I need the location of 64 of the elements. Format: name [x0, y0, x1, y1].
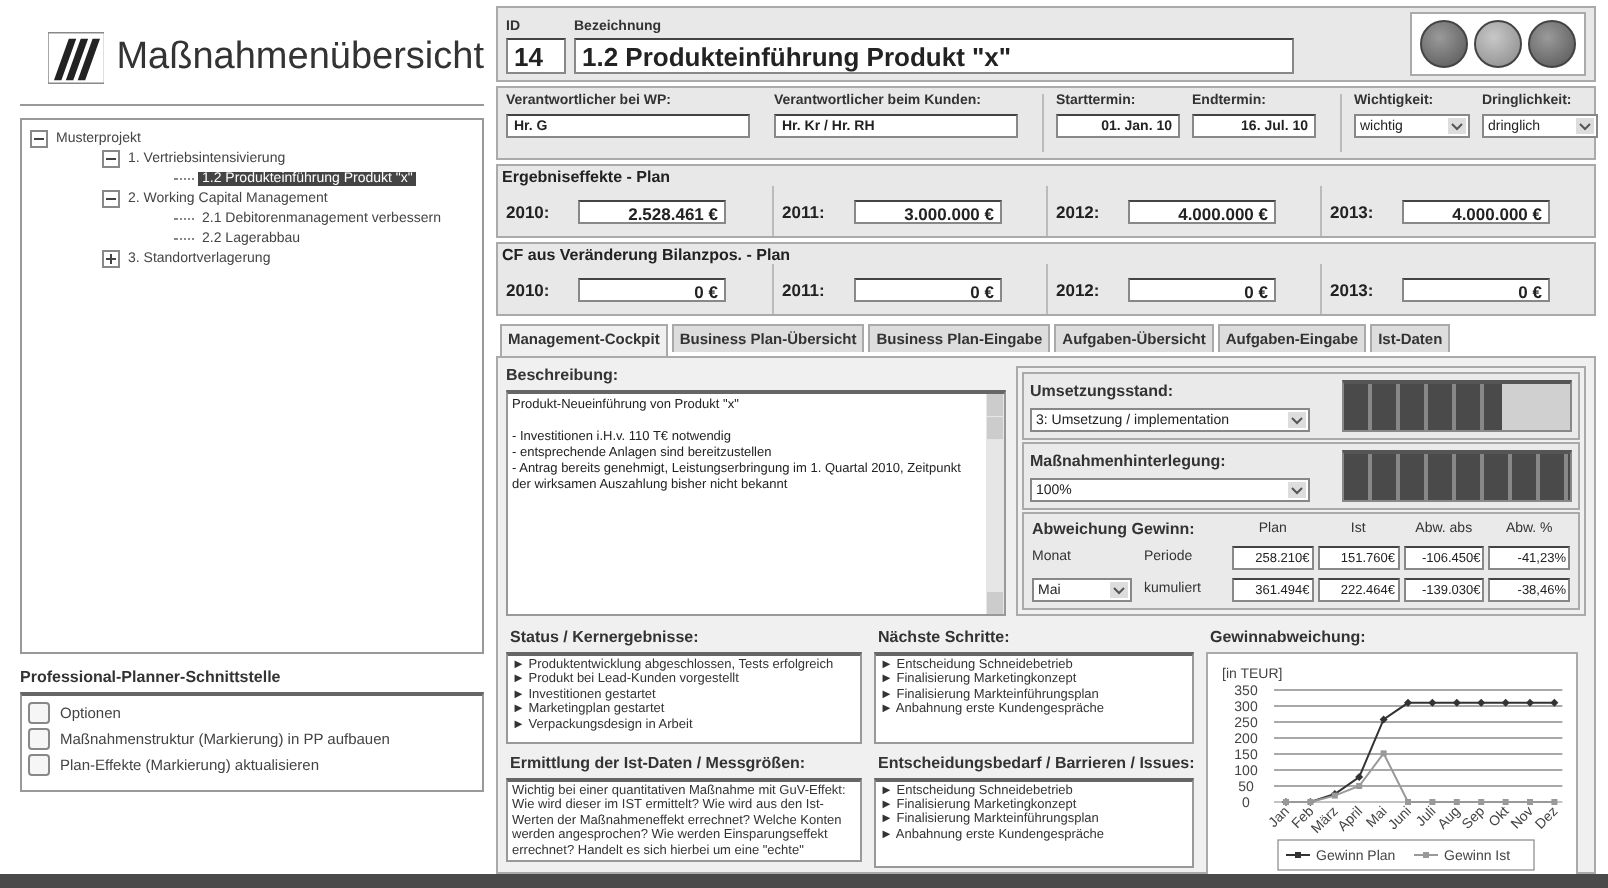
point	[1356, 783, 1363, 789]
year-label: 2010:	[506, 201, 552, 221]
amount-field[interactable]: 4.000.000 €	[1402, 199, 1550, 223]
point	[1453, 799, 1460, 805]
amount-field[interactable]: 0 €	[1402, 277, 1550, 301]
input-field[interactable]: 1.2 Produkteinführung Produkt "x"	[574, 38, 1294, 74]
section-title: Entscheidungsbedarf / Barrieren / Issues:	[876, 751, 1194, 773]
field-label: Maßnahmenhinterlegung:	[1030, 451, 1228, 469]
section-title: Professional-Planner-Schnittstelle	[20, 668, 283, 686]
amount-field[interactable]: 0 €	[1128, 277, 1276, 301]
point	[1477, 698, 1486, 707]
year-label: 2013:	[1330, 279, 1376, 299]
expander-icon[interactable]	[102, 249, 120, 267]
expander-icon[interactable]	[102, 189, 120, 207]
amount-field[interactable]: 4.000.000 €	[1128, 199, 1276, 223]
amount-field[interactable]: 0 €	[854, 277, 1002, 301]
caret-icon	[1288, 481, 1306, 497]
caret-icon	[1288, 411, 1306, 427]
caret-icon	[1576, 118, 1594, 134]
point	[1501, 698, 1510, 707]
point	[1452, 698, 1461, 707]
panel-title: Ergebniseffekte - Plan	[500, 168, 673, 186]
legend-icon	[1413, 852, 1439, 858]
point	[1404, 698, 1412, 707]
checkbox[interactable]	[28, 754, 50, 776]
point	[1380, 750, 1387, 757]
point	[1428, 698, 1437, 707]
point	[1502, 799, 1509, 805]
checkbox[interactable]	[28, 702, 50, 724]
year-label: 2012:	[1056, 279, 1102, 299]
year-label: 2011:	[782, 201, 827, 221]
scrollbar[interactable]	[986, 394, 1004, 614]
section-title: Status / Kernergebnisse:	[508, 626, 701, 648]
section-title: Nächste Schritte:	[876, 626, 1012, 648]
legend-icon	[1285, 852, 1311, 858]
point	[1379, 715, 1388, 724]
year-label: 2010:	[506, 279, 552, 299]
amount-field[interactable]: 2.528.461 €	[578, 199, 726, 223]
checkbox[interactable]	[28, 728, 50, 750]
amount-field[interactable]: 0 €	[578, 277, 726, 301]
amount-field[interactable]: 3.000.000 €	[854, 199, 1002, 223]
caret-icon	[1110, 581, 1128, 598]
point	[1429, 799, 1436, 805]
year-label: 2012:	[1056, 201, 1102, 221]
section-title: Abweichung Gewinn:	[1032, 520, 1197, 539]
point	[1478, 799, 1485, 805]
section-title: Gewinnabweichung:	[1208, 626, 1368, 648]
app-title: Maßnahmenübersicht	[116, 36, 484, 80]
year-label: 2011:	[782, 279, 827, 299]
section-title: Beschreibung:	[506, 366, 621, 384]
year-label: 2013:	[1330, 201, 1376, 221]
panel-title: CF aus Veränderung Bilanzpos. - Plan	[500, 246, 793, 264]
description-box[interactable]	[506, 390, 1006, 616]
input-field[interactable]: 14	[506, 38, 566, 74]
text-box[interactable]	[506, 778, 862, 862]
point	[1550, 698, 1559, 707]
point	[1355, 773, 1364, 782]
field-label: Umsetzungsstand:	[1030, 381, 1176, 399]
expander-icon[interactable]	[102, 149, 120, 167]
point	[1526, 698, 1534, 707]
section-title: Ermittlung der Ist-Daten / Messgrößen:	[508, 752, 808, 774]
point	[1551, 799, 1558, 805]
caret-icon	[1448, 118, 1466, 134]
expander-icon[interactable]	[30, 129, 48, 147]
